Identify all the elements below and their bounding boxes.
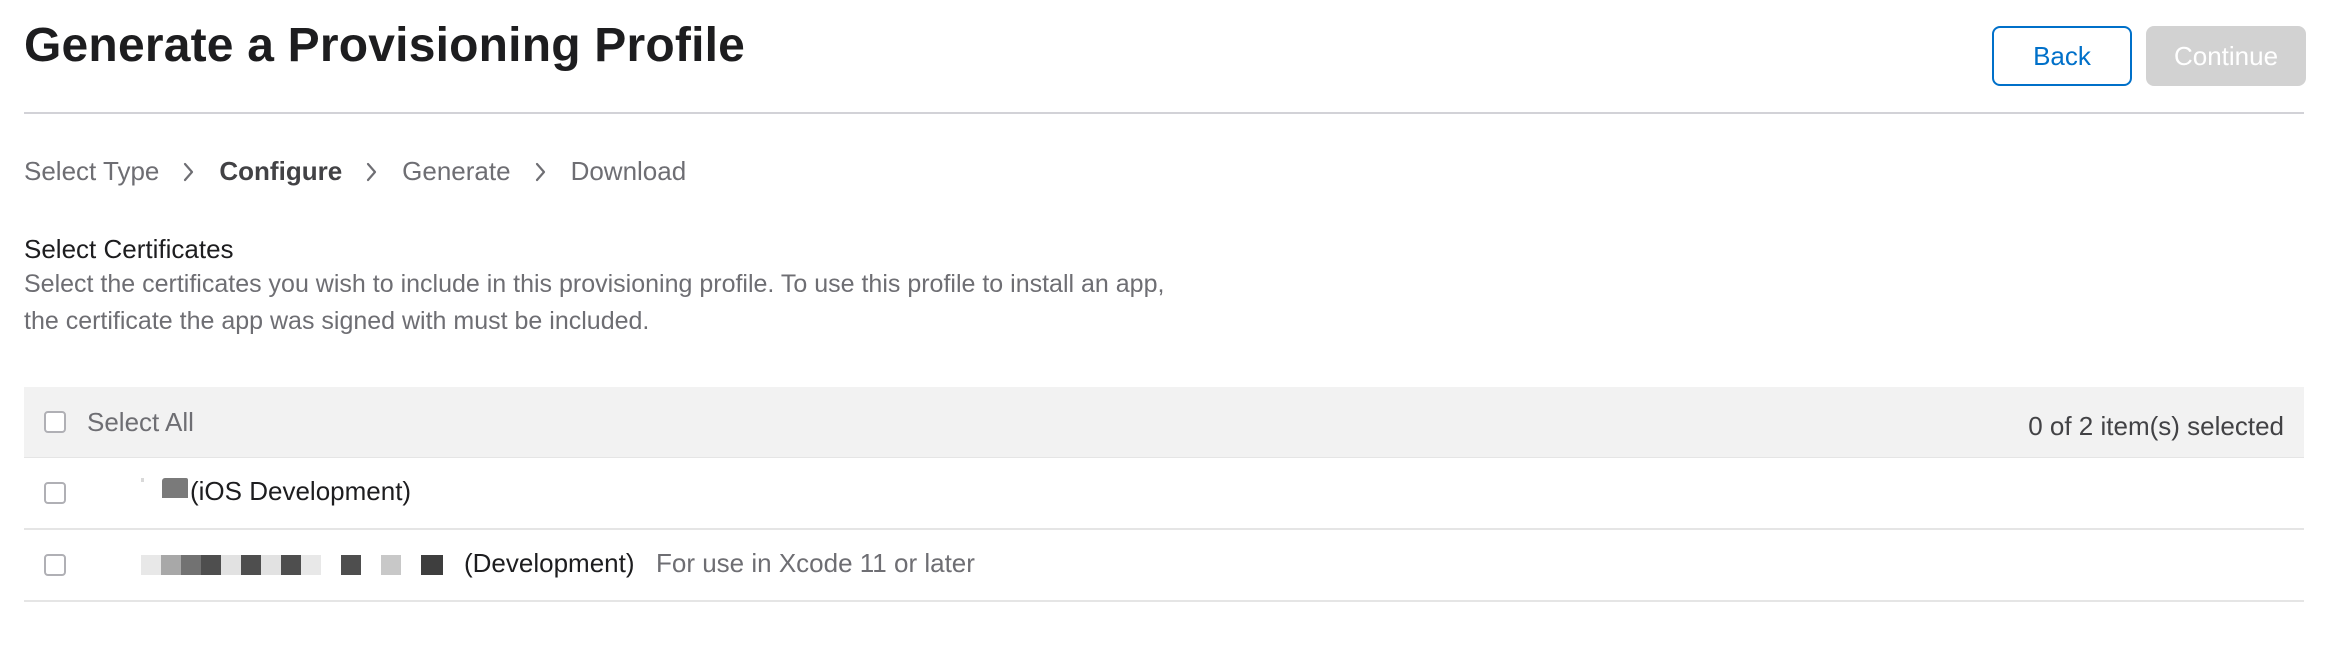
section-description: Select the certificates you wish to incl… bbox=[24, 266, 1324, 340]
page-title: Generate a Provisioning Profile bbox=[24, 19, 746, 72]
chevron-right-icon bbox=[511, 162, 571, 182]
section-title: Select Certificates bbox=[24, 234, 234, 264]
certificate-checkbox[interactable] bbox=[44, 554, 66, 576]
continue-button[interactable]: Continue bbox=[2146, 26, 2306, 86]
certificates-table: Select All 0 of 2 item(s) selected (iOS … bbox=[24, 387, 2304, 602]
back-button[interactable]: Back bbox=[1992, 26, 2132, 86]
table-row[interactable]: (iOS Development) bbox=[24, 458, 2304, 530]
selected-count: 0 of 2 item(s) selected bbox=[2028, 411, 2284, 441]
section-description-line: the certificate the app was signed with … bbox=[24, 307, 650, 335]
breadcrumb-step-configure: Configure bbox=[219, 156, 343, 186]
redacted-certificate-name bbox=[141, 555, 443, 575]
chevron-right-icon bbox=[342, 162, 402, 182]
table-header: Select All 0 of 2 item(s) selected bbox=[24, 387, 2304, 458]
select-all-checkbox[interactable] bbox=[44, 411, 66, 433]
select-all-label[interactable]: Select All bbox=[87, 407, 194, 438]
table-row[interactable]: (Development) For use in Xcode 11 or lat… bbox=[24, 530, 2304, 602]
section-description-line: Select the certificates you wish to incl… bbox=[24, 270, 1165, 298]
certificate-name: (iOS Development) bbox=[190, 476, 412, 506]
redacted-certificate-name bbox=[141, 478, 188, 498]
breadcrumb-step-select-type: Select Type bbox=[24, 156, 160, 186]
page-header: Generate a Provisioning Profile Back Con… bbox=[24, 0, 2306, 114]
certificate-checkbox[interactable] bbox=[44, 482, 66, 504]
chevron-right-icon bbox=[159, 162, 219, 182]
breadcrumb-step-download: Download bbox=[570, 156, 687, 186]
certificate-note: For use in Xcode 11 or later bbox=[656, 548, 975, 578]
page: Generate a Provisioning Profile Back Con… bbox=[24, 0, 2306, 602]
breadcrumb-step-generate: Generate bbox=[402, 156, 511, 186]
breadcrumb: Select Type Configure Generate Download bbox=[24, 156, 686, 187]
certificate-name: (Development) bbox=[464, 548, 635, 578]
